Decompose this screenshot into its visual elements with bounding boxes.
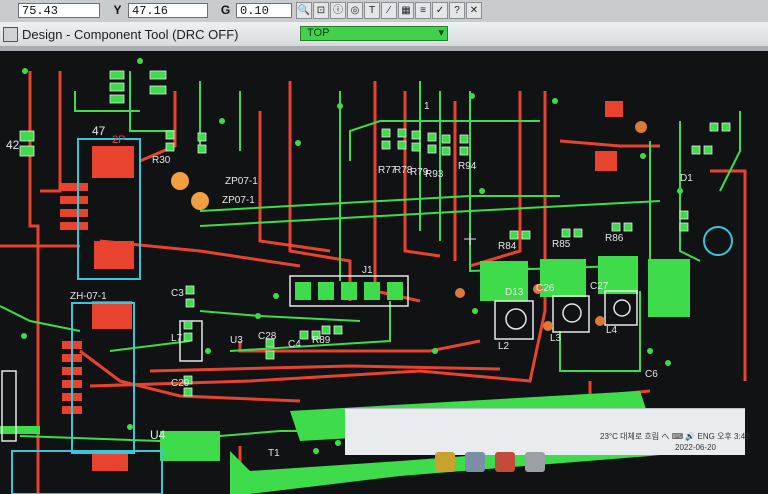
layer-icon[interactable]: ≡ <box>415 2 431 19</box>
label-r89: R89 <box>312 335 331 346</box>
label-r84: R84 <box>498 241 517 252</box>
edit-icon[interactable]: ∕ <box>381 2 397 19</box>
app-icon-settings[interactable] <box>525 452 545 472</box>
window-title: Design - Component Tool (DRC OFF) <box>22 27 239 42</box>
chevron-down-icon: ▾ <box>438 27 444 39</box>
label-47: 47 <box>92 124 106 138</box>
label-c3: C3 <box>171 288 184 299</box>
text-icon[interactable]: T <box>364 2 380 19</box>
app-icon-folder[interactable] <box>435 452 455 472</box>
taskbar: 23°C 대체로 흐림 へ ⌨ 🔊 ENG 오후 3:42 2022-06-20 <box>345 408 750 455</box>
window-icon <box>3 27 18 42</box>
label-42: 42 <box>6 138 20 152</box>
label-zp07-top: ZP07-1 <box>225 176 258 187</box>
grid-field[interactable]: 0.10 <box>236 3 292 18</box>
y-coordinate-field[interactable]: 47.16 <box>128 3 208 18</box>
label-t1: T1 <box>268 448 280 459</box>
window-titlebar: Design - Component Tool (DRC OFF) TOP ▾ <box>0 22 768 47</box>
monitor-screen: 75.43 Y 47.16 G 0.10 🔍 ⊡ ⓘ ◎ T ∕ ▦ ≡ ✓ ?… <box>0 0 768 494</box>
app-icon-mail[interactable] <box>465 452 485 472</box>
label-r85: R85 <box>552 239 571 250</box>
label-c27: C27 <box>590 281 609 292</box>
label-l3: L3 <box>550 333 562 344</box>
label-c28: C28 <box>258 331 277 342</box>
label-d1: D1 <box>680 173 693 184</box>
layer-value: TOP <box>307 27 330 39</box>
label-r86: R86 <box>605 233 624 244</box>
label-l7: L7 <box>171 333 183 344</box>
pad-icon[interactable]: ◎ <box>347 2 363 19</box>
info-icon[interactable]: ⓘ <box>330 2 346 19</box>
label-u3: U3 <box>230 335 243 346</box>
label-j1: J1 <box>362 265 373 276</box>
label-u4: U4 <box>150 428 166 442</box>
label-c6: C6 <box>645 369 658 380</box>
y-label: Y <box>113 3 122 17</box>
app-icon-media[interactable] <box>495 452 515 472</box>
tray-date: 2022-06-20 <box>675 443 716 452</box>
layer-select[interactable]: TOP ▾ <box>300 26 448 41</box>
label-r94: R94 <box>458 161 477 172</box>
delete-icon[interactable]: ✕ <box>466 2 482 19</box>
x-coordinate-field[interactable]: 75.43 <box>18 3 100 18</box>
help-icon[interactable]: ? <box>449 2 465 19</box>
label-r93: R93 <box>425 169 444 180</box>
label-l4: L4 <box>606 325 618 336</box>
label-d13: D13 <box>505 287 524 298</box>
zoom-icon[interactable]: 🔍 <box>296 2 312 19</box>
label-1: 1 <box>424 101 430 112</box>
label-zh07: ZH-07-1 <box>70 291 107 302</box>
label-zp07-bottom: ZP07-1 <box>222 195 255 206</box>
label-zp: 2P <box>112 134 125 146</box>
zoom-window-icon[interactable]: ⊡ <box>313 2 329 19</box>
label-c4: C4 <box>288 339 301 350</box>
check-icon[interactable]: ✓ <box>432 2 448 19</box>
color-icon[interactable]: ▦ <box>398 2 414 19</box>
label-c29: C29 <box>171 378 190 389</box>
grid-label: G <box>220 3 231 17</box>
system-tray: 23°C 대체로 흐림 へ ⌨ 🔊 ENG 오후 3:42 <box>600 432 750 441</box>
label-l2: L2 <box>498 341 510 352</box>
coordinate-toolbar: 75.43 Y 47.16 G 0.10 🔍 ⊡ ⓘ ◎ T ∕ ▦ ≡ ✓ ?… <box>0 0 768 23</box>
label-r30: R30 <box>152 155 171 166</box>
label-c26: C26 <box>536 283 555 294</box>
